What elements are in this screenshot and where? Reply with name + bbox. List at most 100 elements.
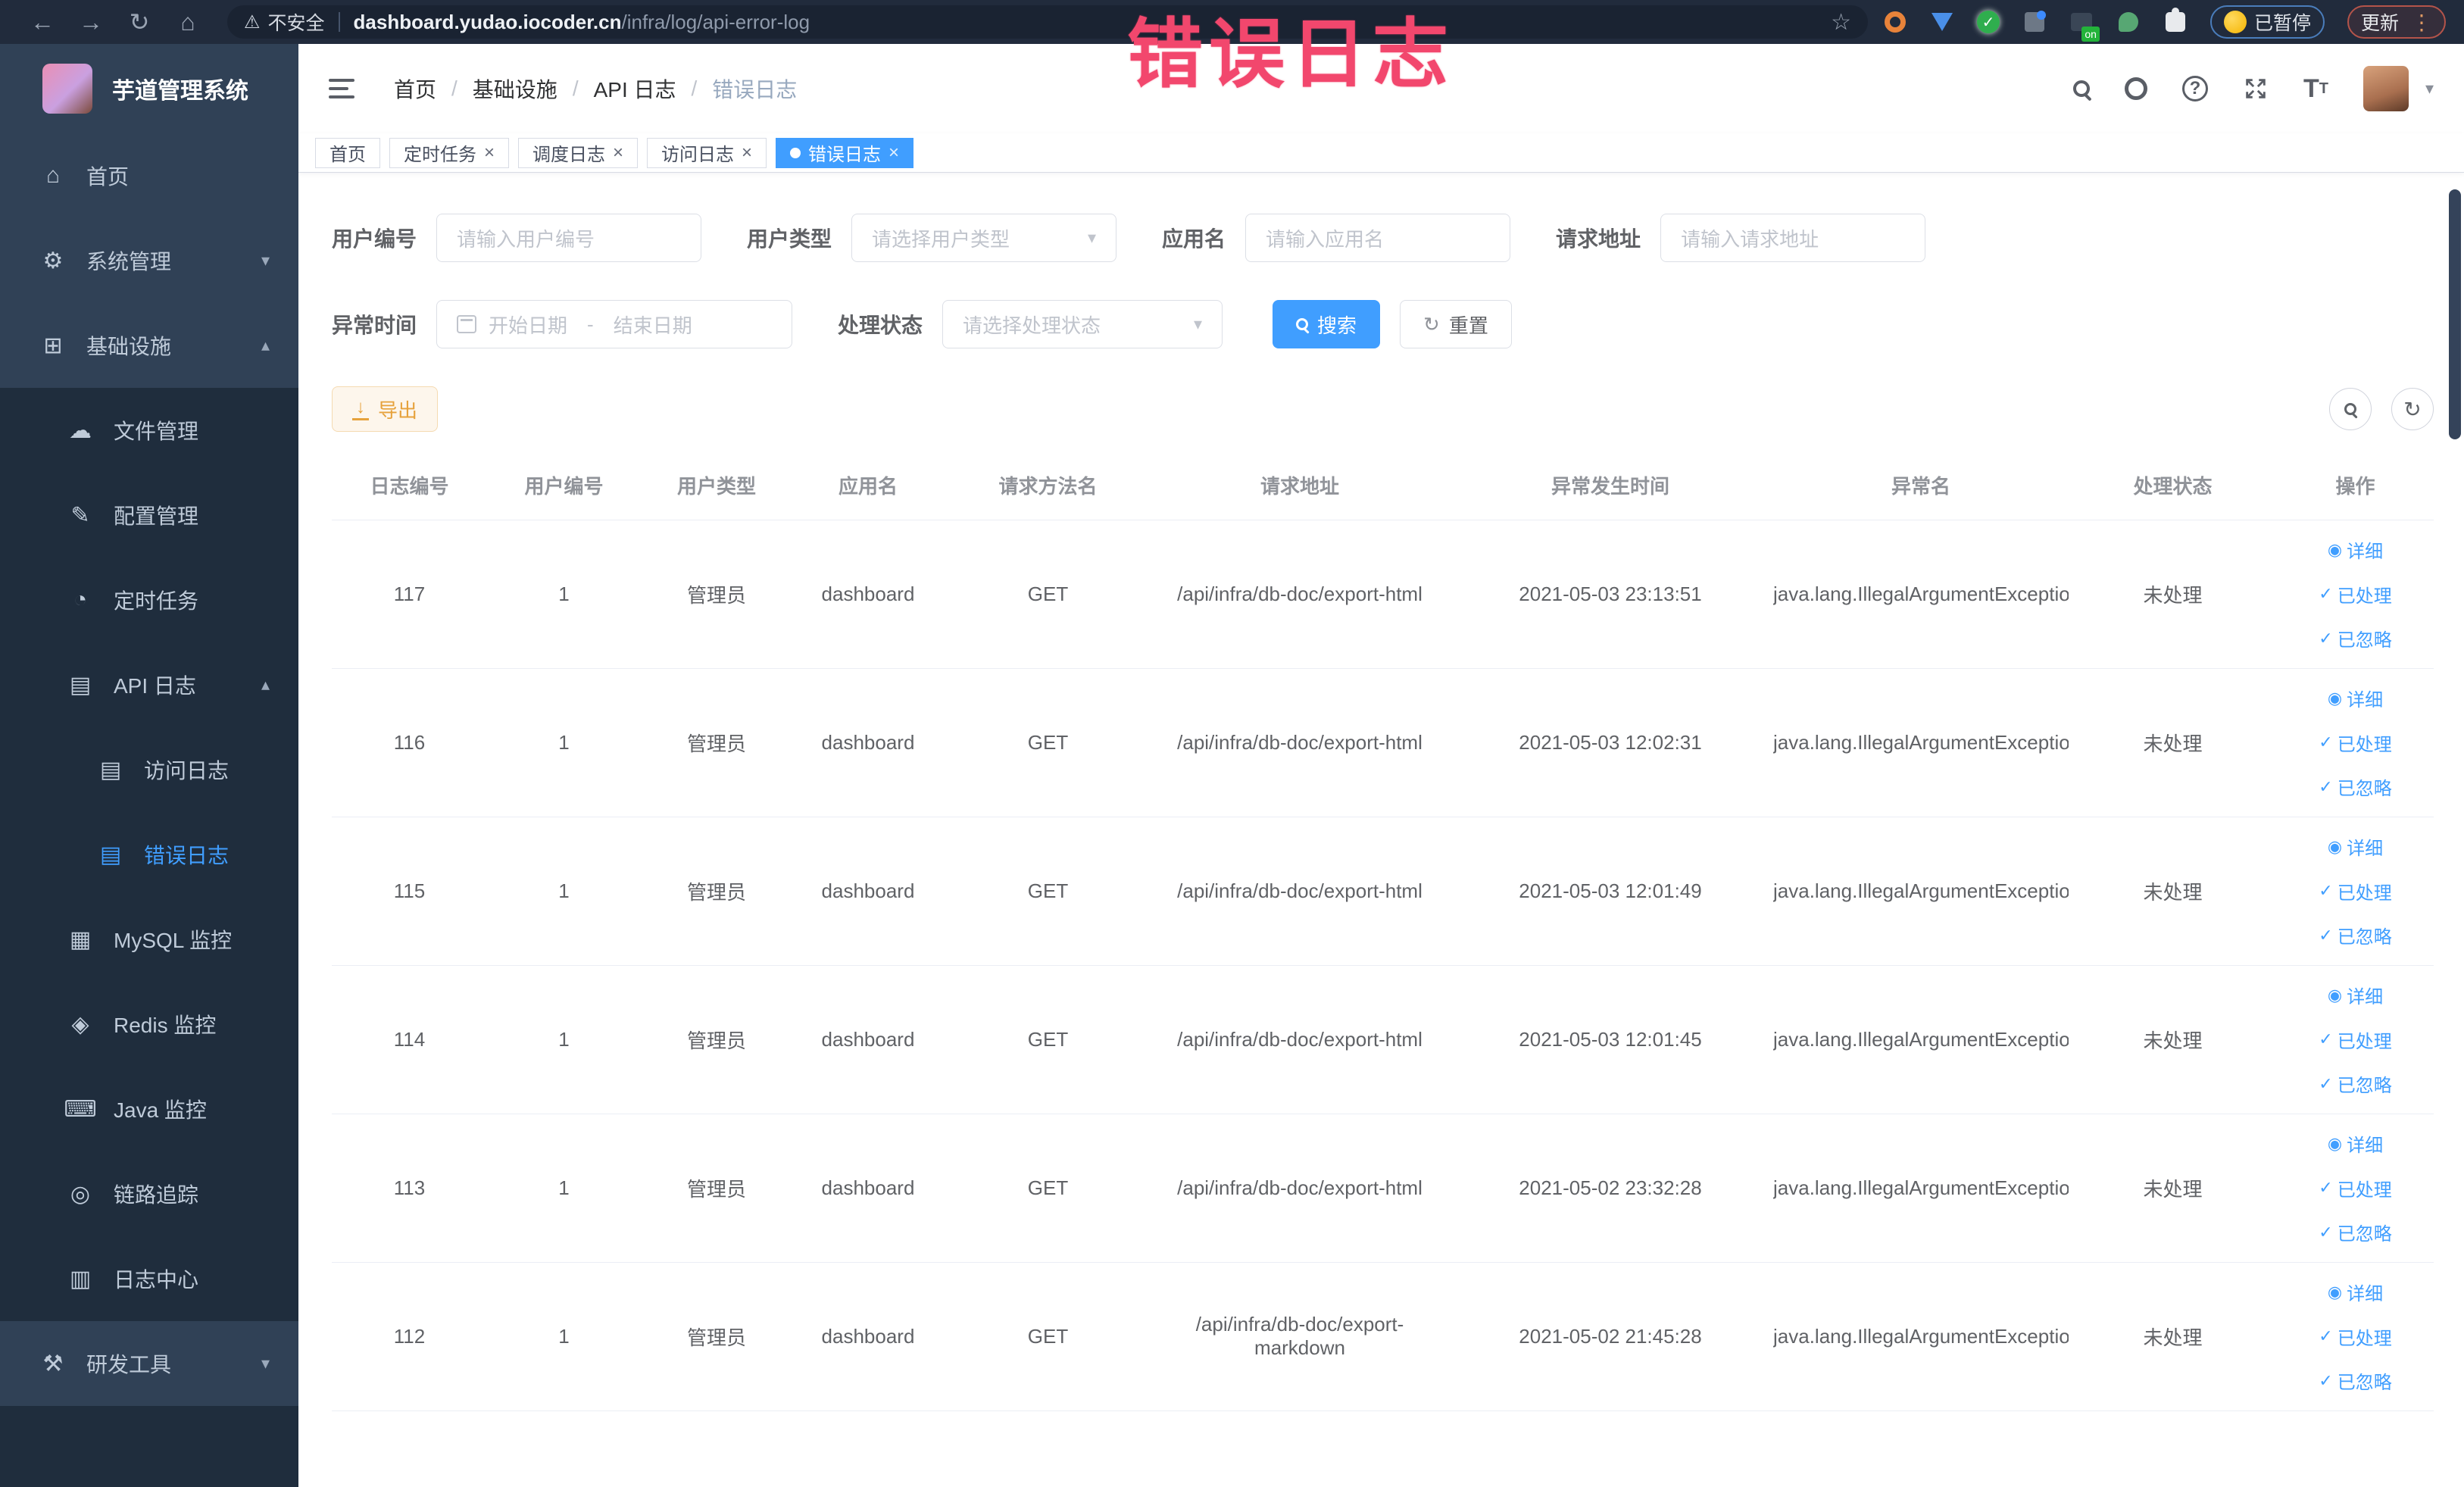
action-detail[interactable]: ◉ 详细	[2328, 833, 2383, 860]
breadcrumb-item[interactable]: 错误日志	[712, 73, 797, 104]
cell-url: /api/infra/db-doc/export-html	[1152, 817, 1447, 966]
action-ignored[interactable]: ✓ 已忽略	[2319, 625, 2391, 651]
sidebar-item-11[interactable]: ◈ Redis 监控	[0, 982, 298, 1067]
action-detail[interactable]: ◉ 详细	[2328, 536, 2383, 563]
tab-5[interactable]: 错误日志 ×	[776, 137, 914, 168]
app-name-input[interactable]: 请输入应用名	[1245, 214, 1511, 262]
action-ignored[interactable]: ✓ 已忽略	[2319, 1367, 2391, 1394]
user-id-input[interactable]: 请输入用户编号	[436, 214, 702, 262]
column-header: 操作	[2277, 451, 2434, 520]
close-icon[interactable]: ×	[888, 142, 899, 164]
github-icon[interactable]	[2124, 77, 2147, 100]
tab-3[interactable]: 调度日志 ×	[518, 137, 639, 168]
cell-user_type: 管理员	[641, 1114, 792, 1263]
on-badge-extension-icon[interactable]: on	[2069, 10, 2100, 42]
sidebar-item-13[interactable]: ◎ 链路追踪	[0, 1151, 298, 1236]
cell-url: /api/infra/db-doc/export-html	[1152, 668, 1447, 817]
sidebar-item-14[interactable]: ▥ 日志中心	[0, 1236, 298, 1321]
update-chip[interactable]: 更新 ⋮	[2347, 5, 2446, 39]
export-button[interactable]: ↓ 导出	[332, 386, 439, 432]
column-header: 处理状态	[2069, 451, 2277, 520]
toggle-search-button[interactable]	[2329, 388, 2372, 430]
sidebar-collapse-icon[interactable]	[329, 79, 359, 98]
action-processed[interactable]: ✓ 已处理	[2319, 581, 2391, 608]
tab-2[interactable]: 定时任务 ×	[389, 137, 510, 168]
search-icon[interactable]	[2072, 80, 2090, 97]
search-button[interactable]: 搜索	[1273, 300, 1381, 348]
scrollbar-thumb[interactable]	[2449, 189, 2461, 439]
action-processed[interactable]: ✓ 已处理	[2319, 1175, 2391, 1201]
breadcrumb-item[interactable]: API 日志	[594, 73, 676, 104]
breadcrumb-item[interactable]: 首页	[394, 73, 436, 104]
tab-4[interactable]: 访问日志 ×	[647, 137, 767, 168]
security-label[interactable]: 不安全	[268, 8, 325, 36]
user-type-select[interactable]: 请选择用户类型 ▾	[851, 214, 1117, 262]
check-extension-icon[interactable]: ✓	[1976, 11, 2000, 33]
filter-label: 异常时间	[332, 314, 417, 337]
sidebar-item-12[interactable]: ⌨ Java 监控	[0, 1067, 298, 1151]
action-detail[interactable]: ◉ 详细	[2328, 1279, 2383, 1305]
sidebar-item-3[interactable]: ⊞ 基础设施 ▴	[0, 303, 298, 388]
sidebar-item-10[interactable]: ▦ MySQL 监控	[0, 897, 298, 982]
sidebar-item-8[interactable]: ▤ 访问日志	[0, 727, 298, 812]
breadcrumb-item[interactable]: 基础设施	[473, 73, 557, 104]
request-url-input[interactable]: 请输入请求地址	[1660, 214, 1926, 262]
extensions-puzzle-icon[interactable]	[2163, 8, 2188, 34]
profile-chip[interactable]: 已暂停	[2209, 5, 2325, 39]
grid-extension-icon[interactable]	[2022, 10, 2047, 34]
forward-icon[interactable]: →	[67, 8, 115, 36]
cell-time: 2021-05-02 21:45:28	[1447, 1262, 1773, 1411]
check-icon: ✓	[2319, 1029, 2333, 1048]
check-icon: ✓	[2319, 1073, 2333, 1093]
close-icon[interactable]: ×	[484, 142, 495, 164]
back-icon[interactable]: ←	[18, 8, 67, 36]
kebab-menu-icon[interactable]: ⋮	[2411, 10, 2432, 35]
action-processed[interactable]: ✓ 已处理	[2319, 878, 2391, 904]
action-detail[interactable]: ◉ 详细	[2328, 685, 2383, 711]
reload-icon[interactable]: ↻	[115, 8, 164, 36]
action-detail[interactable]: ◉ 详细	[2328, 982, 2383, 1008]
user-avatar[interactable]	[2363, 66, 2409, 111]
action-processed[interactable]: ✓ 已处理	[2319, 1323, 2391, 1350]
orange-ring-extension-icon[interactable]	[1883, 10, 1907, 34]
sidebar-item-4[interactable]: ☁ 文件管理	[0, 388, 298, 473]
shield-extension-icon[interactable]	[1930, 10, 1954, 34]
cell-time: 2021-05-03 12:02:31	[1447, 668, 1773, 817]
sidebar-item-5[interactable]: ✎ 配置管理	[0, 473, 298, 558]
home-button-icon[interactable]: ⌂	[164, 8, 212, 36]
leaf-extension-icon[interactable]	[2116, 10, 2141, 34]
close-icon[interactable]: ×	[742, 142, 752, 164]
filter-row-2: 异常时间 开始日期 - 结束日期 处理状态 请选择处理状态 ▾ 搜索 ↻ 重置	[332, 300, 2434, 348]
action-ignored[interactable]: ✓ 已忽略	[2319, 773, 2391, 800]
sidebar-item-6[interactable]: ◔ 定时任务	[0, 558, 298, 642]
action-ignored[interactable]: ✓ 已忽略	[2319, 922, 2391, 948]
action-label: 已处理	[2337, 1328, 2392, 1349]
refresh-button[interactable]: ↻	[2391, 388, 2434, 430]
app-logo	[42, 64, 92, 114]
sidebar-item-2[interactable]: ⚙ 系统管理 ▾	[0, 218, 298, 303]
help-icon[interactable]: ?	[2181, 76, 2208, 102]
table-row: 117 1 管理员 dashboard GET/api/infra/db-doc/exp…	[332, 520, 2434, 669]
action-processed[interactable]: ✓ 已处理	[2319, 1026, 2391, 1053]
chevron-down-icon[interactable]: ▾	[2425, 79, 2434, 98]
date-range-input[interactable]: 开始日期 - 结束日期	[436, 300, 793, 348]
action-ignored[interactable]: ✓ 已忽略	[2319, 1219, 2391, 1245]
sidebar-item-7[interactable]: ▤ API 日志 ▴	[0, 642, 298, 727]
address-bar[interactable]: ⚠ 不安全 dashboard.yudao.iocoder.cn /infra/…	[227, 5, 1868, 39]
reset-button[interactable]: ↻ 重置	[1400, 300, 1512, 348]
sidebar-item-1[interactable]: ⌂ 首页	[0, 133, 298, 218]
close-icon[interactable]: ×	[613, 142, 623, 164]
action-ignored[interactable]: ✓ 已忽略	[2319, 1070, 2391, 1097]
app-title: 芋道管理系统	[112, 79, 248, 104]
action-detail[interactable]: ◉ 详细	[2328, 1130, 2383, 1157]
process-status-select[interactable]: 请选择处理状态 ▾	[942, 300, 1223, 348]
tab-1[interactable]: 首页	[315, 137, 380, 168]
fullscreen-icon[interactable]	[2243, 76, 2269, 102]
sidebar-item-15[interactable]: ⚒ 研发工具 ▾	[0, 1321, 298, 1406]
action-label: 已忽略	[2337, 1224, 2392, 1245]
bookmark-star-icon[interactable]: ☆	[1831, 9, 1851, 36]
breadcrumb-separator: /	[572, 77, 579, 100]
action-processed[interactable]: ✓ 已处理	[2319, 729, 2391, 756]
sidebar-item-9[interactable]: ▤ 错误日志	[0, 812, 298, 897]
font-size-icon[interactable]: TT	[2303, 74, 2328, 104]
